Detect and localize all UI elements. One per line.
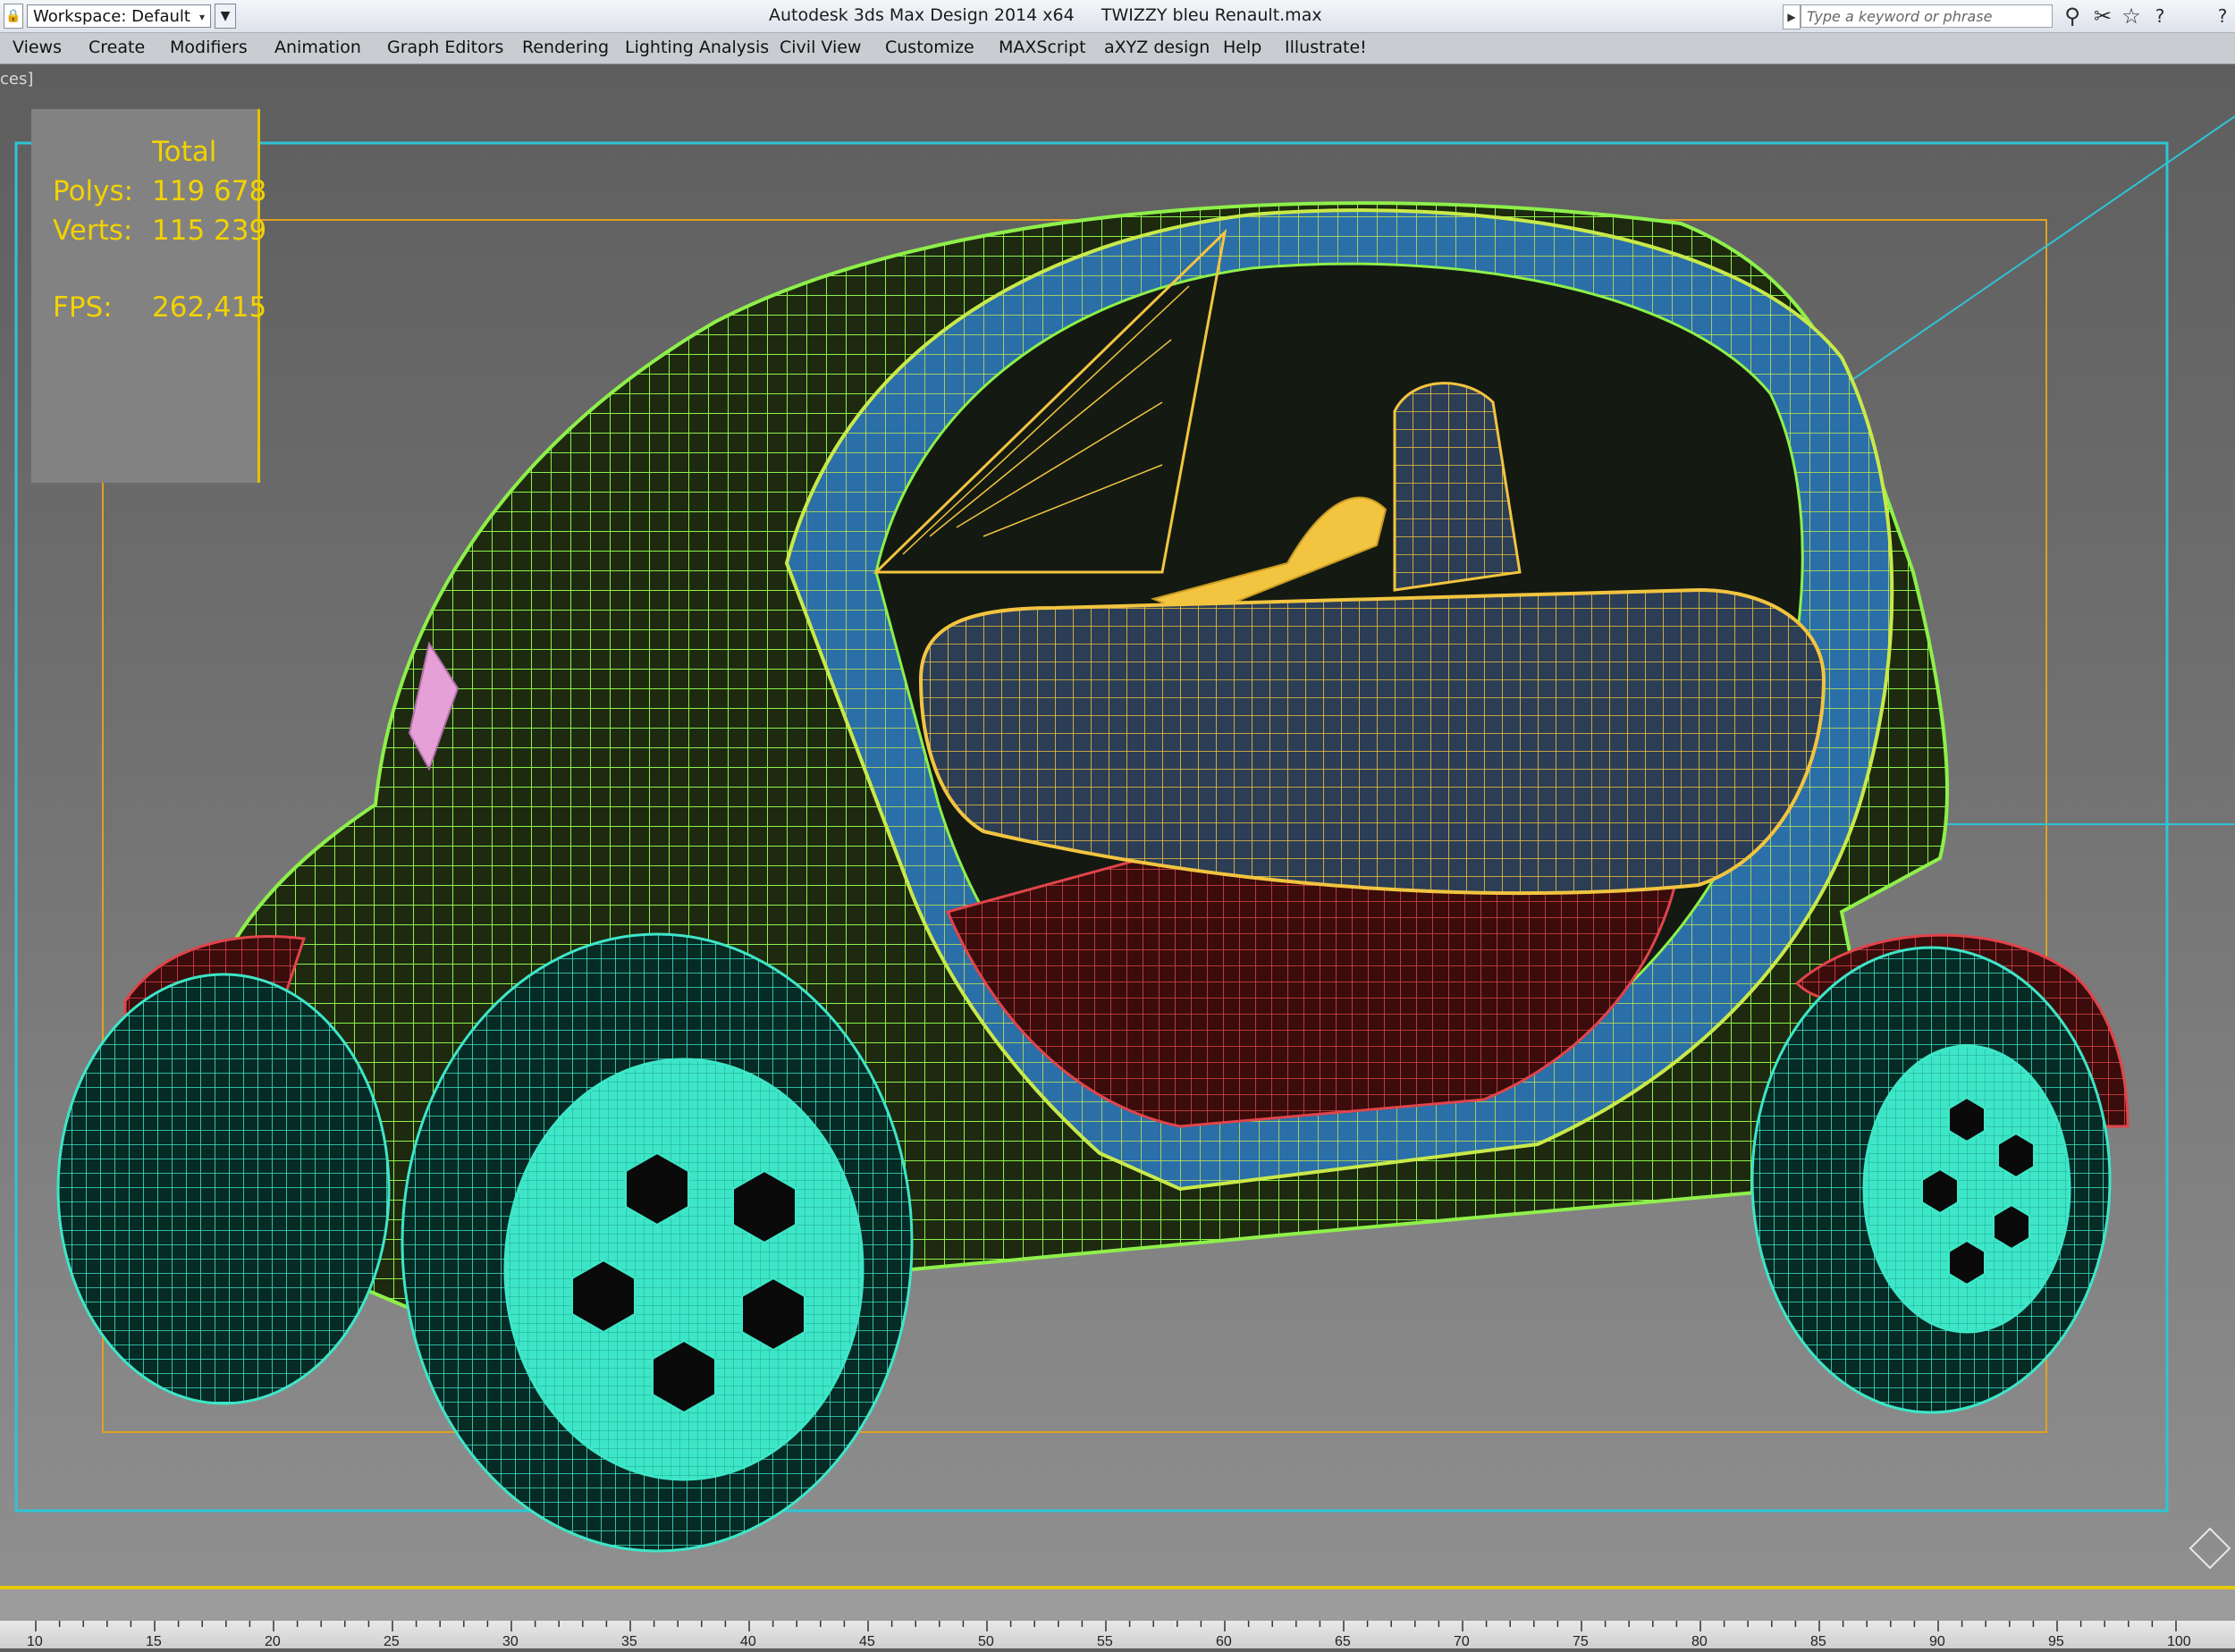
ruler-tick-label: 10 [27,1634,43,1648]
ruler-tick-label: 20 [265,1634,281,1648]
door-panel-wireframe [918,587,1826,896]
fps-value: 262,415 [152,291,267,324]
timeline-ruler[interactable]: 10 15 20 25 30 35 40 45 50 55 60 65 70 75 80 85 90 95 100 [0,1620,2235,1649]
verts-value: 115 239 [152,215,267,247]
ruler-tick-label: 55 [1097,1634,1113,1648]
ruler-tick-label: 70 [1454,1634,1470,1648]
polys-label: Polys: [53,175,134,207]
ruler-tick-label: 65 [1335,1634,1351,1648]
ruler-tick-label: 95 [2048,1634,2064,1648]
ruler-tick-label: 85 [1810,1634,1826,1648]
ruler-tick-label: 50 [978,1634,994,1648]
ruler-tick-label: 15 [146,1634,162,1648]
ruler-tick-label: 75 [1573,1634,1589,1648]
ruler-tick-label: 35 [621,1634,637,1648]
ruler-tick-label: 60 [1216,1634,1232,1648]
rear-rim [1862,1044,2071,1334]
statistics-panel: Total Polys: 119 678 Verts: 115 239 FPS:… [31,109,266,483]
ruler-ticks: 10 15 20 25 30 35 40 45 50 55 60 65 70 75 80 85 90 95 100 [27,1621,2191,1649]
fps-label: FPS: [53,291,113,324]
navigation-diamond-icon[interactable] [2189,1527,2231,1570]
front-left-wheel [56,973,391,1405]
stats-header: Total [152,136,217,168]
ruler-tick-label: 30 [502,1634,519,1648]
ruler-tick-label: 45 [859,1634,875,1648]
timeline-strip [0,1589,2235,1620]
ruler-tick-label: 90 [1929,1634,1945,1648]
ruler-tick-label: 25 [384,1634,400,1648]
wireframe-scene[interactable] [0,0,2235,1648]
front-right-rim [503,1058,864,1481]
ruler-tick-label: 80 [1691,1634,1708,1648]
ruler-tick-label: 100 [2167,1634,2191,1648]
verts-label: Verts: [53,215,133,247]
polys-value: 119 678 [152,175,267,207]
ruler-tick-label: 40 [740,1634,756,1648]
